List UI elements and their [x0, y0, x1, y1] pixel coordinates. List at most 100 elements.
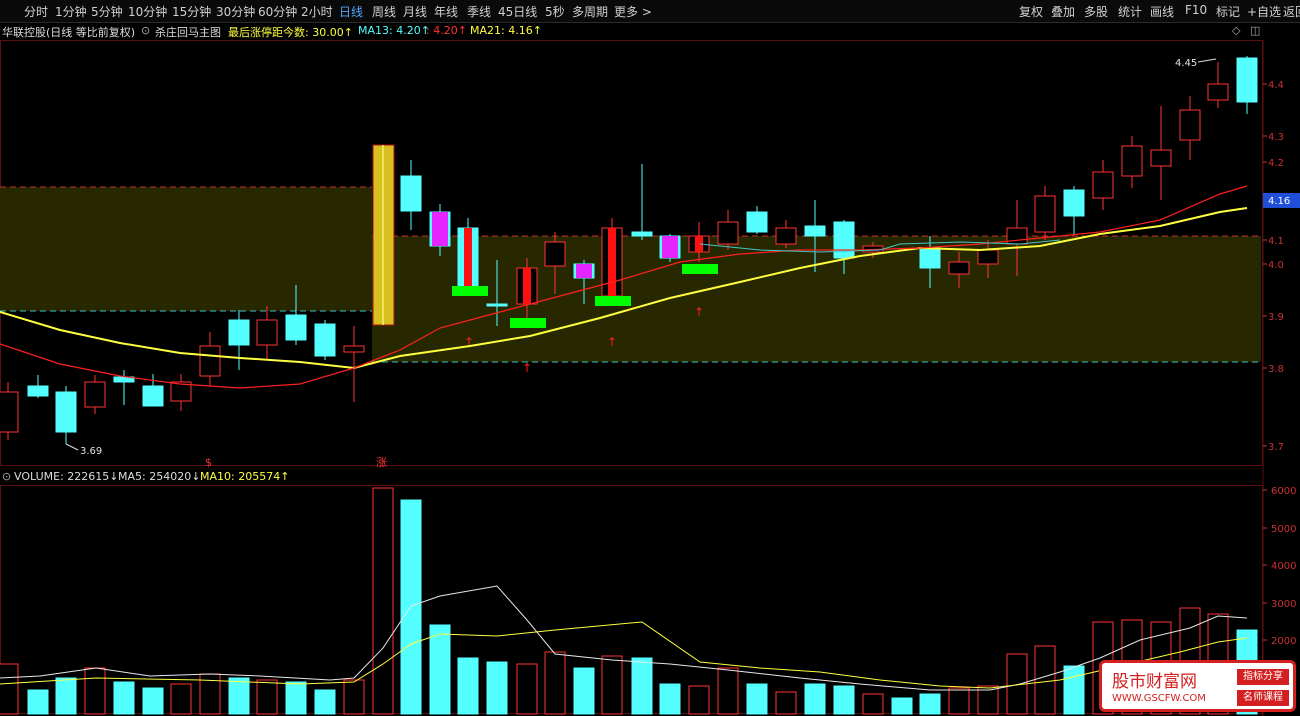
- tool-button-0[interactable]: 复权: [1019, 3, 1043, 20]
- green-signal-3: [682, 264, 718, 274]
- candle-body-29: [862, 245, 884, 253]
- volume-bar-1: [27, 689, 49, 715]
- watermark-url: WWW.GSCFW.COM: [1112, 693, 1206, 704]
- volume-bar-5: [142, 687, 164, 715]
- volume-bar-20: [573, 667, 595, 715]
- period-tab-7[interactable]: 2小时: [301, 3, 333, 20]
- tool-button-2[interactable]: 多股: [1084, 3, 1108, 20]
- period-tab-8[interactable]: 日线: [339, 3, 363, 20]
- candle-body-19: [573, 263, 595, 279]
- chevron-down-icon[interactable]: ⊙: [141, 24, 150, 37]
- candle-body-41: [1236, 57, 1258, 103]
- tool-button-8[interactable]: 返回: [1283, 3, 1300, 20]
- candle-body-9: [256, 319, 278, 346]
- limit-up-candle: [372, 144, 395, 326]
- period-tab-1[interactable]: 1分钟: [55, 3, 87, 20]
- volume-bar-22: [631, 657, 653, 715]
- candle-body-31: [948, 261, 970, 275]
- volume-bar-32: [919, 693, 941, 715]
- kline-chart[interactable]: 4.4 4.3 4.2 4.1 4.0 3.9 3.8 3.7 4.16 6000 5000 4000…: [0, 0, 1300, 716]
- candle-body-20: [601, 227, 623, 297]
- volume-bar-33: [948, 687, 970, 715]
- volume-bar-16: [457, 657, 479, 715]
- candle-body-1: [27, 385, 49, 397]
- tool-button-5[interactable]: F10: [1185, 3, 1207, 17]
- volume-tick-4: 2000: [1271, 636, 1296, 647]
- volume-bar-2: [55, 677, 77, 715]
- watermark-logo: 股市财富网 WWW.GSCFW.COM 指标分享 名师课程: [1099, 660, 1296, 712]
- volume-bar-34: [977, 685, 999, 715]
- red-signal-bar-3: [695, 236, 703, 252]
- candle-body-33: [1006, 227, 1028, 245]
- period-tab-3[interactable]: 10分钟: [128, 3, 167, 20]
- volume-ma10-line: [0, 621, 1248, 689]
- period-tab-10[interactable]: 月线: [403, 3, 427, 20]
- green-signal-1: [510, 318, 546, 328]
- volume-bar-11: [314, 689, 336, 715]
- volume-bar-4: [113, 681, 135, 715]
- ma21-value: MA21: 4.16↑: [470, 24, 542, 37]
- volume-ma10-value: MA10: 205574↑: [200, 470, 290, 483]
- period-tab-13[interactable]: 45日线: [498, 3, 537, 20]
- settings-diamond-icon[interactable]: ◇: [1232, 24, 1240, 37]
- watermark-badge-course: 名师课程: [1237, 690, 1289, 706]
- period-tab-12[interactable]: 季线: [467, 3, 491, 20]
- volume-tick-1: 5000: [1271, 524, 1296, 535]
- volume-bar-12: [343, 679, 365, 715]
- period-tab-14[interactable]: 5秒: [545, 3, 565, 20]
- price-tick-5: 3.9: [1268, 312, 1284, 323]
- volume-bar-9: [256, 679, 278, 715]
- volume-bar-10: [285, 681, 307, 715]
- candle-body-8: [228, 319, 250, 346]
- current-price-label: 4.16: [1268, 196, 1290, 207]
- candle-body-10: [285, 314, 307, 341]
- current-price-box: [1263, 193, 1300, 208]
- candle-body-37: [1121, 145, 1143, 177]
- period-tab-16[interactable]: 更多 >: [614, 3, 652, 20]
- price-tick-3: 4.1: [1268, 236, 1284, 247]
- period-tab-6[interactable]: 60分钟: [258, 3, 297, 20]
- volume-bar-29: [833, 685, 855, 715]
- period-tab-4[interactable]: 15分钟: [172, 3, 211, 20]
- volume-bar-15: [429, 624, 451, 715]
- tool-button-4[interactable]: 画线: [1150, 3, 1174, 20]
- zone-left: [0, 187, 372, 311]
- volume-panel-frame: [0, 485, 1263, 714]
- window-toggle-icon[interactable]: ◫: [1250, 24, 1260, 37]
- candle-body-13: [400, 175, 422, 212]
- period-tab-9[interactable]: 周线: [372, 3, 396, 20]
- period-tab-2[interactable]: 5分钟: [91, 3, 123, 20]
- period-tab-0[interactable]: 分时: [24, 3, 48, 20]
- candle-body-11: [314, 323, 336, 357]
- red-up-arrow-1: ↑: [522, 361, 532, 375]
- period-tab-11[interactable]: 年线: [434, 3, 458, 20]
- high-price-label: 4.45: [1175, 58, 1197, 69]
- price-tick-1: 4.3: [1268, 132, 1284, 143]
- volume-bar-14: [400, 499, 422, 715]
- low-price-pointer: [65, 443, 79, 451]
- candle-body-32: [977, 249, 999, 265]
- candle-body-2: [55, 391, 77, 433]
- period-tab-15[interactable]: 多周期: [572, 3, 608, 20]
- candle-body-7: [199, 345, 221, 377]
- volume-bar-26: [746, 683, 768, 715]
- volume-bar-23: [659, 683, 681, 715]
- candle-body-24: [717, 221, 739, 245]
- candle-body-3: [84, 381, 106, 408]
- price-tick-2: 4.2: [1268, 158, 1284, 169]
- chart-info-bar: 华联控股(日线 等比前复权) ⊙ 杀庄回马主图 最后涨停距今数: 30.00↑ …: [0, 22, 1300, 40]
- candle-body-28: [833, 221, 855, 259]
- tool-button-6[interactable]: 标记: [1216, 3, 1240, 20]
- tool-button-3[interactable]: 统计: [1118, 3, 1142, 20]
- tool-button-1[interactable]: 叠加: [1051, 3, 1075, 20]
- candle-body-22: [659, 235, 681, 259]
- period-tab-5[interactable]: 30分钟: [216, 3, 255, 20]
- indicator-name[interactable]: 杀庄回马主图: [155, 24, 221, 40]
- zone-right: [372, 236, 1261, 362]
- tool-button-7[interactable]: +自选: [1247, 3, 1281, 20]
- ma-mid-value: : 4.20↑: [426, 24, 467, 37]
- red-signal-bar-2: [608, 228, 616, 296]
- chevron-down-icon[interactable]: ⊙: [2, 470, 11, 483]
- candle-body-35: [1063, 189, 1085, 217]
- candle-body-23: [688, 235, 710, 253]
